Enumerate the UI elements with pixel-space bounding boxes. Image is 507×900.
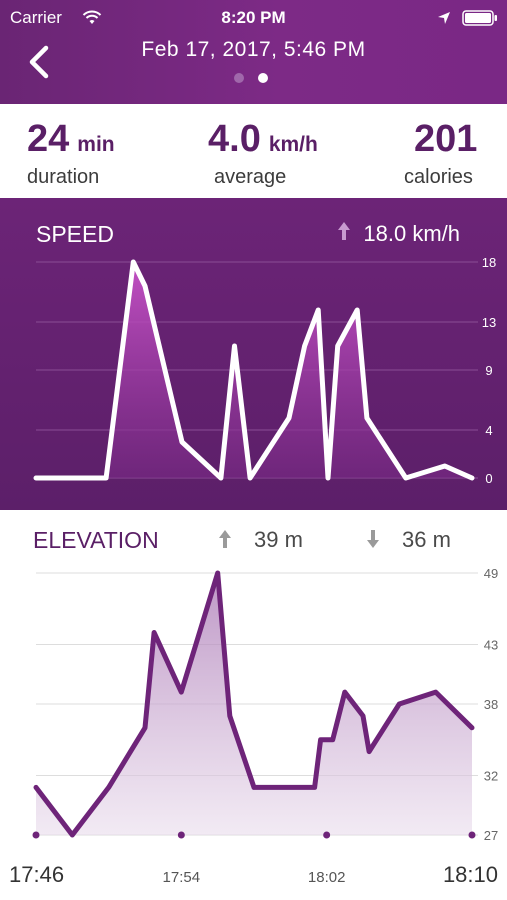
average-stat: 4.0 km/h average xyxy=(208,118,318,188)
x-axis-tick-dot xyxy=(32,831,40,839)
speed-y-tick: 9 xyxy=(485,363,492,378)
page-dot-1[interactable] xyxy=(234,73,244,83)
elevation-y-tick: 38 xyxy=(484,697,498,712)
x-axis-time-label: 17:54 xyxy=(163,869,201,886)
battery-icon xyxy=(462,10,497,26)
average-value: 4.0 xyxy=(208,118,261,160)
calories-stat: 201 calories xyxy=(404,118,478,188)
calories-label: calories xyxy=(404,166,473,188)
x-axis-tick-dot xyxy=(177,831,185,839)
duration-value: 24 xyxy=(27,118,70,160)
elevation-y-tick: 43 xyxy=(484,637,498,652)
speed-y-tick: 4 xyxy=(485,423,492,438)
stats-row: 24 min duration 4.0 km/h average 201 calor… xyxy=(0,104,507,198)
average-unit: km/h xyxy=(268,133,318,156)
elevation-panel: ELEVATION 39 m 36 m 49 43 38 32 27 17:46 17:54… xyxy=(0,510,507,900)
x-axis-time-label: 17:46 xyxy=(9,862,64,887)
average-label: average xyxy=(214,166,287,188)
x-axis-tick-dot xyxy=(323,831,331,839)
x-axis-time-label: 18:10 xyxy=(443,862,498,887)
speed-chart: 18 13 9 4 0 xyxy=(33,255,496,486)
status-time: 8:20 PM xyxy=(221,8,286,27)
page-indicator[interactable] xyxy=(234,73,268,83)
x-axis-time-label: 18:02 xyxy=(308,869,346,886)
header-bar: Carrier 8:20 PM Feb 17, 2017, 5:46 PM xyxy=(0,0,507,104)
duration-label: duration xyxy=(27,166,100,188)
elevation-y-tick: 49 xyxy=(484,566,498,581)
elevation-chart: 49 43 38 32 27 17:46 17:54 18:02 18:10 xyxy=(9,566,498,887)
elevation-y-tick: 27 xyxy=(484,828,498,843)
duration-unit: min xyxy=(77,133,115,156)
speed-panel: SPEED 18.0 km/h 18 13 9 4 0 xyxy=(0,198,507,510)
calories-value: 201 xyxy=(414,118,478,160)
location-arrow-icon xyxy=(438,12,450,24)
duration-stat: 24 min duration xyxy=(27,118,115,188)
speed-y-tick: 18 xyxy=(482,255,496,270)
speed-y-tick: 0 xyxy=(485,471,492,486)
speed-y-tick: 13 xyxy=(482,315,496,330)
elevation-y-tick: 32 xyxy=(484,768,498,783)
workout-date-title: Feb 17, 2017, 5:46 PM xyxy=(141,38,366,61)
x-axis-tick-dot xyxy=(468,831,476,839)
page-dot-2-active[interactable] xyxy=(258,73,268,83)
